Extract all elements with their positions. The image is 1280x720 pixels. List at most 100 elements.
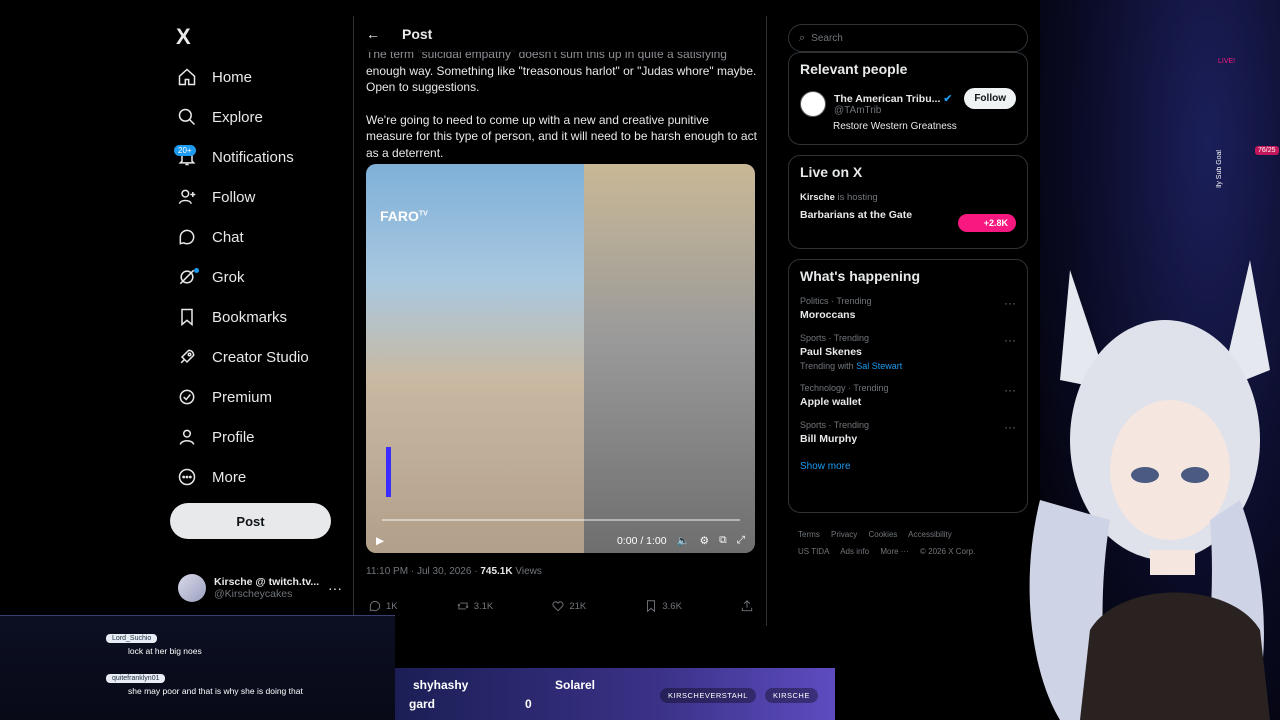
account-handle: @Kirscheycakes <box>214 588 293 600</box>
social-handle: KIRSCHE <box>765 688 818 703</box>
video-overlay-bar <box>386 447 391 497</box>
pip-icon[interactable]: ⧉ <box>719 534 727 547</box>
footer-link[interactable]: Terms <box>798 530 820 539</box>
stream-ticker-bar: shyhashy Solarel gard 0 KIRSCHEVERSTAHL … <box>395 668 835 720</box>
repost-button[interactable]: 3.1K <box>456 599 494 613</box>
video-controls: ▶ 0:00 / 1:00 🔈 ⚙ ⧉ ⤢ <box>366 534 755 547</box>
trend-item[interactable]: Technology · Trending Apple wallet ··· <box>800 383 1016 408</box>
nav-item-grok[interactable]: Grok <box>176 261 245 293</box>
stream-chat: Lord_Suchio lock at her big noes quitefr… <box>0 615 395 720</box>
share-button[interactable] <box>740 599 754 613</box>
verified-icon <box>176 386 198 408</box>
footer-link[interactable]: Cookies <box>868 530 897 539</box>
post-timestamp[interactable]: 11:10 PM · Jul 30, 2026 · <box>366 566 480 577</box>
post-detail-column: ← Post The term "suicidal empathy" doesn… <box>353 16 767 626</box>
repost-icon <box>457 602 469 610</box>
nav-item-home[interactable]: Home <box>176 61 252 93</box>
account-switcher[interactable]: Kirsche @ twitch.tv... @Kirscheycakes <box>178 574 319 602</box>
sub-goal-label: lly Sub Goal <box>1216 150 1223 188</box>
panel-title: Relevant people <box>800 61 908 77</box>
bookmark-icon <box>647 600 656 613</box>
trend-item[interactable]: Sports · Trending Paul Skenes Trending w… <box>800 333 1016 371</box>
post-meta: 11:10 PM · Jul 30, 2026 · 745.1K Views <box>366 566 542 577</box>
more-circle-icon <box>176 466 198 488</box>
ticker-name: shyhashy <box>413 678 469 692</box>
vtuber-avatar <box>1029 260 1270 720</box>
nav-label: Explore <box>212 108 263 126</box>
nav-label: Notifications <box>212 148 294 166</box>
back-arrow-icon[interactable]: ← <box>366 26 380 42</box>
chat-icon <box>176 226 198 248</box>
person-handle: @TAmTrib <box>834 104 882 116</box>
grok-indicator-dot <box>194 268 199 273</box>
ticker-name: Solarel <box>555 678 596 692</box>
bookmark-button[interactable]: 3.6K <box>644 599 682 613</box>
bookmark-icon <box>176 306 198 328</box>
ticker-name: gard <box>409 697 436 711</box>
volume-icon[interactable]: 🔈 <box>677 534 690 547</box>
page-title: Post <box>402 26 433 42</box>
chat-text: lock at her big noes <box>128 646 202 656</box>
chat-username: Lord_Suchio <box>106 634 158 643</box>
video-player[interactable]: FAROTV ▶ 0:00 / 1:00 🔈 ⚙ ⧉ ⤢ <box>366 164 755 553</box>
heart-icon <box>552 601 564 612</box>
chat-message: quitefranklyn01 she may poor and that is… <box>92 672 338 696</box>
nav-item-follow[interactable]: Follow <box>176 181 255 213</box>
nav-label: Home <box>212 68 253 86</box>
search-icon <box>176 106 198 128</box>
footer-link[interactable]: US TIDA <box>798 547 829 556</box>
rocket-icon <box>176 346 198 368</box>
account-more-icon[interactable]: ··· <box>328 580 342 596</box>
reply-button[interactable]: 1K <box>368 599 398 613</box>
search-input[interactable]: ⌕ Search <box>788 24 1028 52</box>
nav-label: Profile <box>212 428 255 446</box>
whats-happening-panel: What's happening Politics · Trending Mor… <box>788 259 1028 513</box>
play-icon[interactable]: ▶ <box>376 535 384 547</box>
nav-item-premium[interactable]: Premium <box>176 381 272 413</box>
reply-icon <box>369 600 381 612</box>
person-name: The American Tribu... ✔ <box>834 92 953 105</box>
panel-title: What's happening <box>800 268 920 284</box>
nav-item-creator-studio[interactable]: Creator Studio <box>176 341 309 373</box>
footer-links: Terms Privacy Cookies Accessibility US T… <box>798 526 1028 560</box>
repost-count: 3.1K <box>473 600 494 612</box>
like-count: 21K <box>569 600 587 612</box>
nav-item-more[interactable]: More <box>176 461 246 493</box>
follow-button[interactable]: Follow <box>964 88 1016 109</box>
nav-label: Bookmarks <box>212 308 288 326</box>
fullscreen-icon[interactable]: ⤢ <box>737 534 745 547</box>
reply-count: 1K <box>386 600 398 612</box>
video-progress-bar[interactable] <box>382 519 740 521</box>
nav-label: Premium <box>212 388 273 406</box>
show-more-link[interactable]: Show more <box>800 461 1016 472</box>
live-label: LIVE! <box>1218 58 1236 65</box>
footer-link[interactable]: Accessibility <box>908 530 952 539</box>
avatar <box>178 574 206 602</box>
nav-item-profile[interactable]: Profile <box>176 421 255 453</box>
post-button[interactable]: Post <box>170 503 331 539</box>
account-name: Kirsche @ twitch.tv... <box>214 576 320 588</box>
nav-label: Creator Studio <box>212 348 309 366</box>
social-handle: KIRSCHEVERSTAHL <box>660 688 756 703</box>
sub-goal-count: 76/25 <box>1255 146 1279 155</box>
footer-link[interactable]: More ··· <box>880 547 908 556</box>
like-button[interactable]: 21K <box>551 599 586 613</box>
post-text-paragraph: We're going to need to come up with a ne… <box>366 112 757 160</box>
bookmark-count: 3.6K <box>662 600 682 612</box>
nav-item-chat[interactable]: Chat <box>176 221 244 253</box>
nav-item-explore[interactable]: Explore <box>176 101 263 133</box>
trend-item[interactable]: Politics · Trending Moroccans ··· <box>800 296 1016 321</box>
x-logo[interactable]: X <box>176 24 191 50</box>
trend-item[interactable]: Sports · Trending Bill Murphy ··· <box>800 420 1016 445</box>
live-listener-count: +2.8K <box>957 214 1016 232</box>
settings-icon[interactable]: ⚙ <box>700 535 709 547</box>
live-on-x-panel[interactable]: Live on X Kirsche is hosting Barbarians … <box>788 155 1028 249</box>
footer-link[interactable]: Privacy <box>831 530 857 539</box>
nav-label: Follow <box>212 188 256 206</box>
footer-link[interactable]: Ads info <box>840 547 869 556</box>
nav-item-bookmarks[interactable]: Bookmarks <box>176 301 287 333</box>
verified-icon: ✔ <box>943 92 953 105</box>
search-icon: ⌕ <box>799 31 806 44</box>
notifications-badge: 20+ <box>174 145 196 156</box>
person-bio: Restore Western Greatness <box>833 121 957 132</box>
